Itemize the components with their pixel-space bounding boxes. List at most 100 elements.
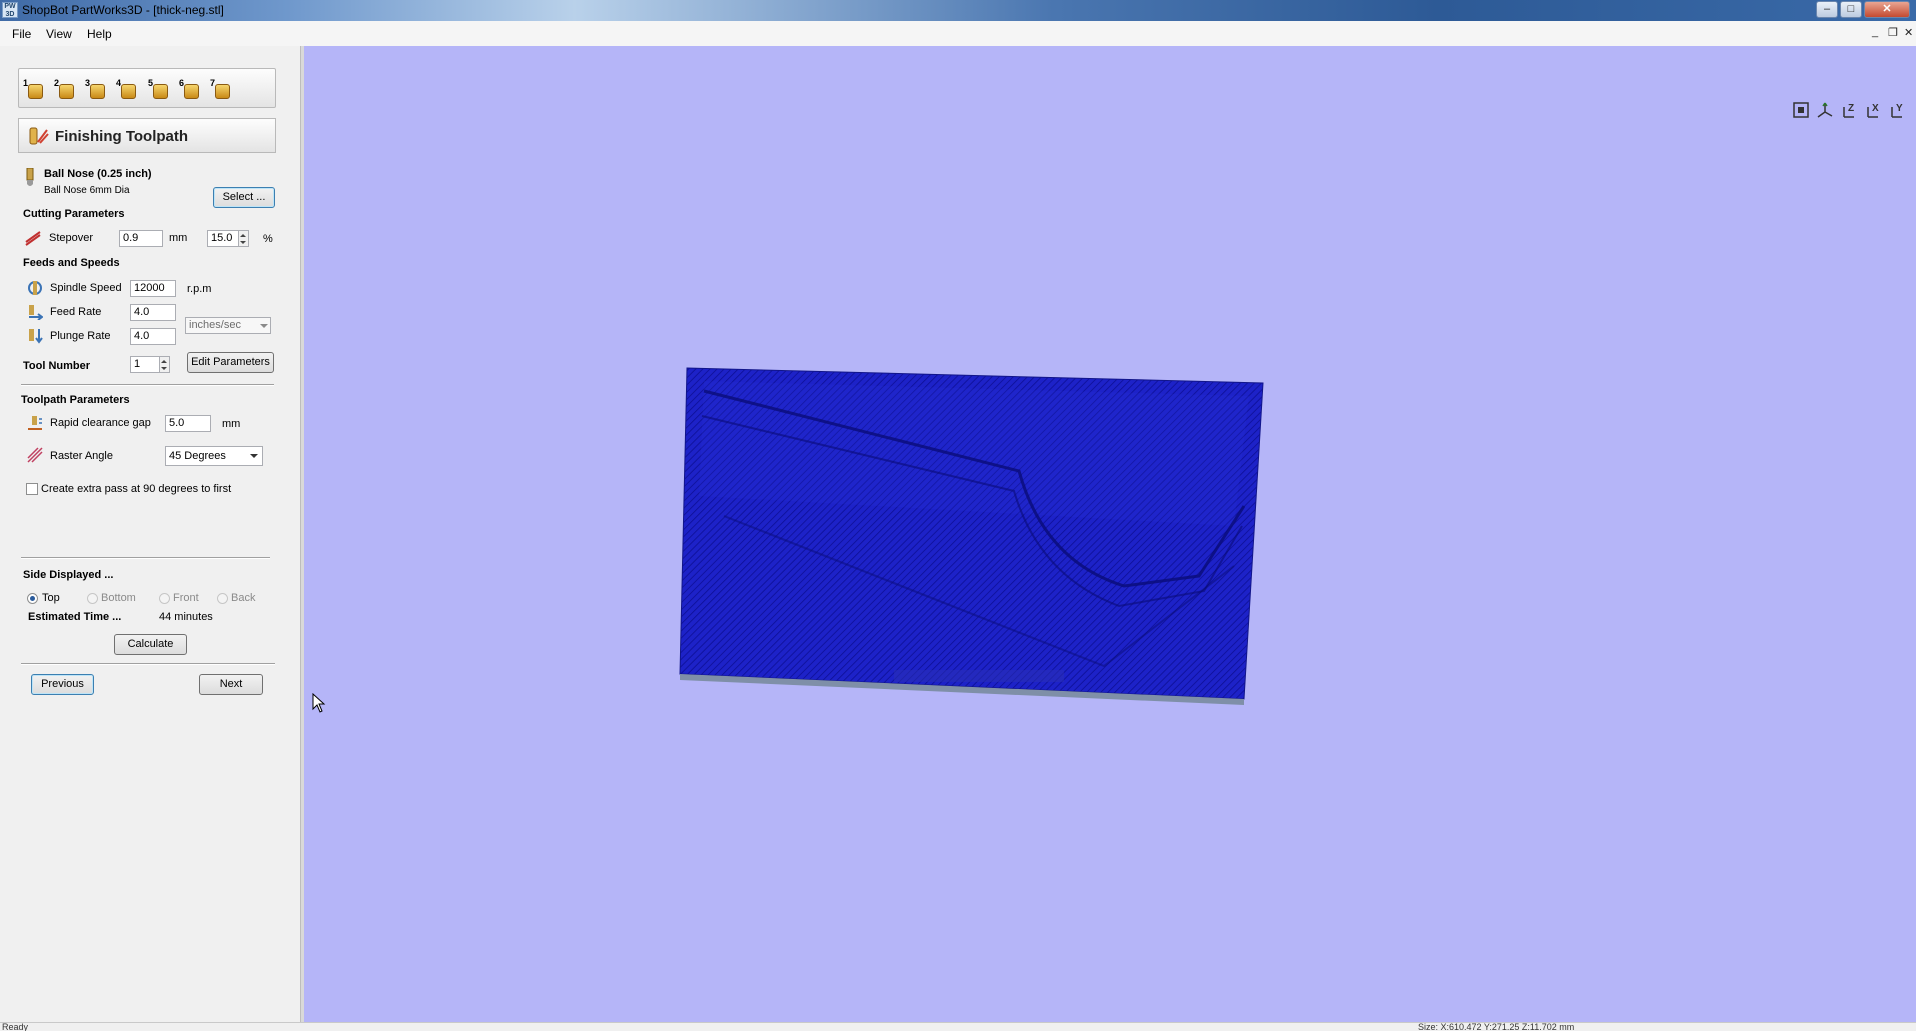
step-4-icon [121,84,136,99]
page-title: Finishing Toolpath [55,128,189,145]
side-top-radio[interactable] [27,593,38,604]
menu-help[interactable]: Help [87,27,112,41]
previous-button[interactable]: Previous [31,674,94,695]
tool-number-field[interactable]: 1 [130,356,160,373]
side-front-radio[interactable] [159,593,170,604]
3d-viewport[interactable]: Z X Y [304,46,1916,1022]
svg-text:Y: Y [1896,103,1903,114]
spindle-speed-label: Spindle Speed [50,282,122,294]
side-top-label: Top [42,592,60,604]
tool-name: Ball Nose (0.25 inch) [44,168,152,180]
next-button[interactable]: Next [199,674,263,695]
chevron-down-icon [250,454,258,458]
mdi-close-icon[interactable]: ✕ [1904,26,1913,39]
spindle-speed-field[interactable]: 12000 [130,280,176,297]
iso-view-icon[interactable] [1815,100,1835,120]
zoom-extents-icon[interactable] [1791,100,1811,120]
z-view-icon[interactable]: Z [1839,100,1859,120]
plunge-rate-label: Plunge Rate [50,330,111,342]
step-7-button[interactable]: 7 [210,78,236,102]
step-5-icon [153,84,168,99]
tool-number-label: Tool Number [23,360,91,372]
divider [21,384,274,386]
rapid-clearance-field[interactable]: 5.0 [165,415,211,432]
raster-angle-icon [27,447,43,463]
side-displayed-heading: Side Displayed ... [23,569,114,581]
stepover-label: Stepover [49,232,94,244]
step-3-icon [90,84,105,99]
cutting-parameters-heading: Cutting Parameters [23,208,125,220]
extra-pass-label: Create extra pass at 90 degrees to first [41,483,232,495]
rapid-clearance-icon [28,416,42,430]
menu-bar: File View Help [0,21,1916,47]
close-icon[interactable]: ✕ [1864,1,1910,18]
plunge-rate-icon [29,329,43,344]
extra-pass-checkbox[interactable] [26,483,38,495]
section-header: Finishing Toolpath [18,118,276,153]
maximize-icon[interactable]: □ [1840,1,1862,18]
feed-rate-field[interactable]: 4.0 [130,304,176,321]
spindle-speed-unit: r.p.m [187,283,212,295]
edit-parameters-button[interactable]: Edit Parameters [187,352,274,373]
feed-rate-icon [29,305,43,320]
minimize-icon[interactable]: – [1816,1,1838,18]
tool-number-stepper[interactable] [160,356,170,373]
menu-file[interactable]: File [12,27,31,41]
step-4-button[interactable]: 4 [116,78,142,102]
app-icon: PW 3D [2,2,18,18]
step-1-button[interactable]: 1 [23,78,49,102]
feed-rate-label: Feed Rate [50,306,102,318]
calculate-button[interactable]: Calculate [114,634,187,655]
menu-view[interactable]: View [46,27,72,41]
tool-description: Ball Nose 6mm Dia [44,185,130,196]
percent-sign: % [263,233,273,245]
stepover-unit: mm [169,232,188,244]
window-title: ShopBot PartWorks3D - [thick-neg.stl] [22,3,224,17]
step-2-button[interactable]: 2 [54,78,80,102]
x-view-icon[interactable]: X [1863,100,1883,120]
step-toolbar: 1 2 3 4 5 6 7 [18,68,276,108]
side-bottom-label: Bottom [101,592,136,604]
title-bar: PW 3D ShopBot PartWorks3D - [thick-neg.s… [0,0,1916,21]
rate-unit-value: inches/sec [189,319,241,331]
side-back-label: Back [231,592,256,604]
divider [21,557,270,559]
estimated-time-label: Estimated Time ... [28,611,122,623]
rapid-clearance-label: Rapid clearance gap [50,417,151,429]
step-3-button[interactable]: 3 [85,78,111,102]
raster-angle-label: Raster Angle [50,450,113,462]
mouse-cursor-icon [312,693,326,713]
raster-angle-value: 45 Degrees [169,450,226,462]
step-7-icon [215,84,230,99]
select-tool-button[interactable]: Select ... [213,187,275,208]
estimated-time-value: 44 minutes [159,611,213,623]
toolpath-preview [679,367,1264,705]
chevron-down-icon [260,324,268,328]
ball-nose-tool-icon [26,168,34,186]
toolpath-parameters-heading: Toolpath Parameters [21,394,130,406]
step-6-button[interactable]: 6 [179,78,205,102]
side-bottom-radio[interactable] [87,593,98,604]
stepover-field[interactable]: 0.9 [119,230,163,247]
divider [21,663,275,665]
rate-unit-select[interactable]: inches/sec [185,317,271,334]
finishing-toolpath-icon [29,127,49,145]
rapid-clearance-unit: mm [222,418,241,430]
y-view-icon[interactable]: Y [1887,100,1907,120]
mdi-minimize-icon[interactable]: _ [1872,26,1878,38]
side-front-label: Front [173,592,199,604]
plunge-rate-field[interactable]: 4.0 [130,328,176,345]
step-6-icon [184,84,199,99]
svg-text:X: X [1872,103,1879,114]
side-back-radio[interactable] [217,593,228,604]
feeds-speeds-heading: Feeds and Speeds [23,257,120,269]
svg-text:Z: Z [1848,103,1854,114]
step-1-icon [28,84,43,99]
stepover-icon [25,231,41,246]
stepover-percent-field[interactable]: 15.0 [207,230,239,247]
mdi-restore-icon[interactable]: ❐ [1888,26,1898,39]
stepover-percent-stepper[interactable] [239,230,249,247]
step-5-button[interactable]: 5 [148,78,174,102]
raster-angle-select[interactable]: 45 Degrees [165,446,263,466]
step-2-icon [59,84,74,99]
